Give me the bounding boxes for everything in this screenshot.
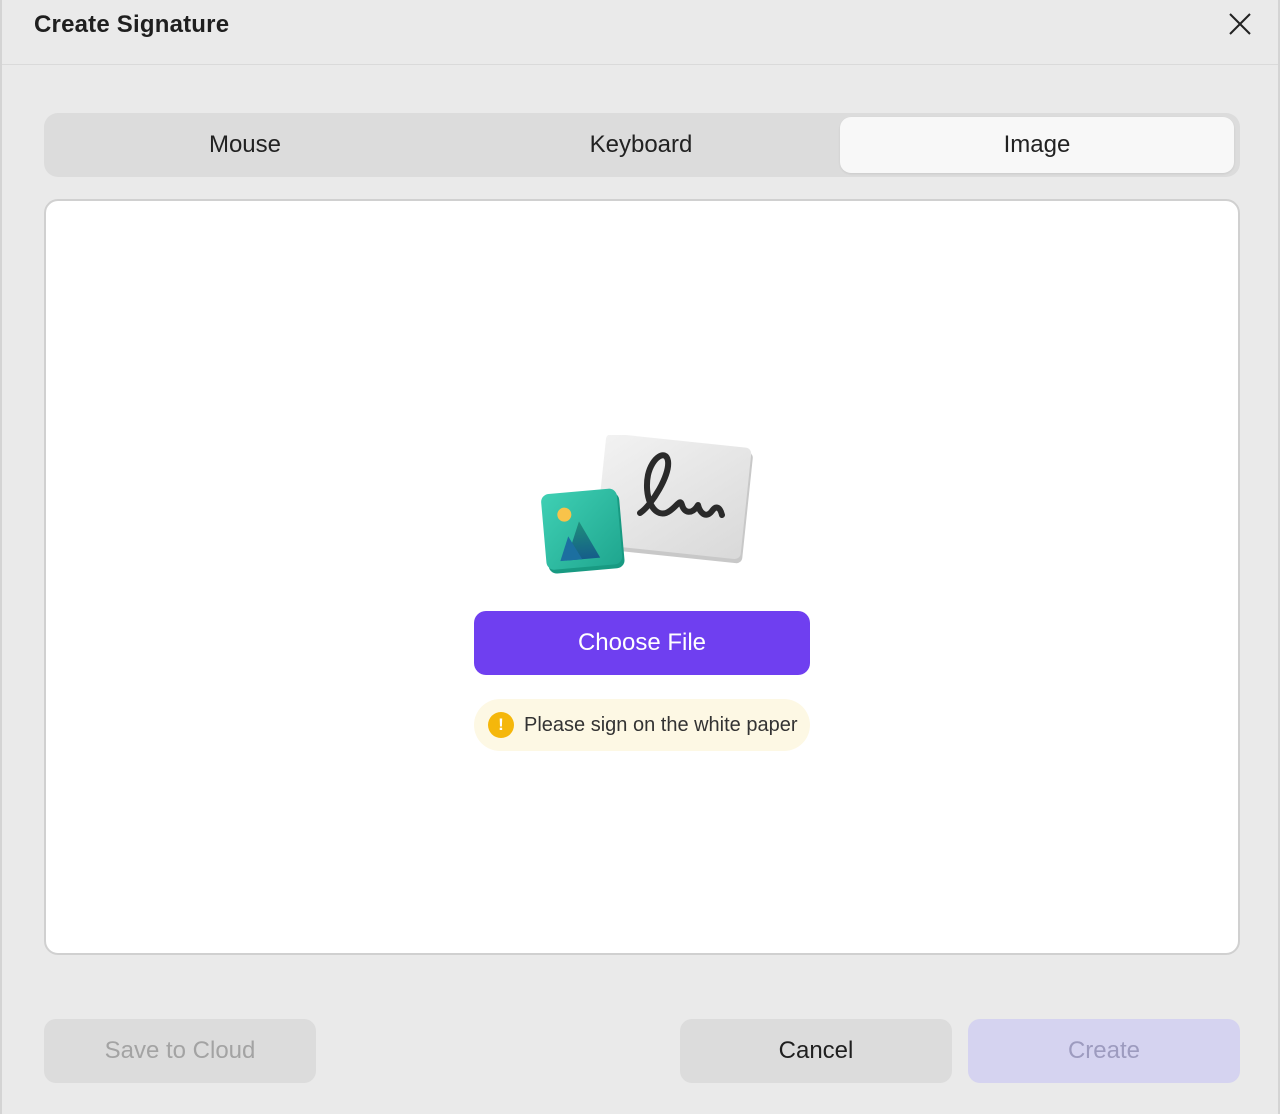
choose-file-button[interactable]: Choose File	[474, 611, 810, 675]
cancel-button[interactable]: Cancel	[680, 1019, 952, 1083]
tab-keyboard[interactable]: Keyboard	[444, 117, 838, 173]
hint-text: Please sign on the white paper	[524, 713, 798, 736]
save-to-cloud-button[interactable]: Save to Cloud	[44, 1019, 316, 1083]
close-icon[interactable]	[1224, 8, 1256, 40]
create-signature-dialog: Create Signature Mouse Keyboard Image Ch…	[0, 0, 1280, 1114]
tab-image[interactable]: Image	[840, 117, 1234, 173]
warning-icon: !	[488, 712, 514, 738]
image-upload-area: Choose File ! Please sign on the white p…	[44, 199, 1240, 955]
dialog-title: Create Signature	[34, 11, 230, 38]
sign-hint-banner: ! Please sign on the white paper	[474, 699, 810, 751]
title-bar: Create Signature	[2, 0, 1278, 65]
input-method-tabs: Mouse Keyboard Image	[44, 113, 1240, 177]
signature-image-illustration	[540, 433, 760, 580]
tab-mouse[interactable]: Mouse	[48, 117, 442, 173]
create-button[interactable]: Create	[968, 1019, 1240, 1083]
